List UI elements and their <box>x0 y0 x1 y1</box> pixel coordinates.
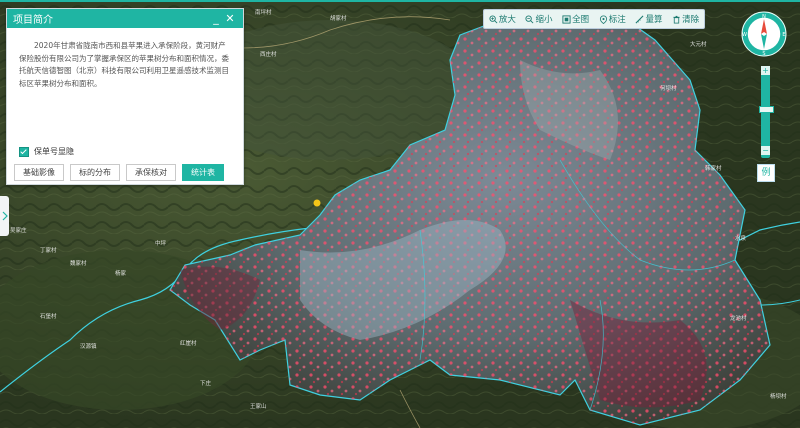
zoom-in-label: 放大 <box>498 15 516 25</box>
measure-tool[interactable]: 量算 <box>635 13 662 25</box>
underwriting-check-button[interactable]: 承保核对 <box>126 164 176 181</box>
place-label: 吴家庄 <box>10 226 27 234</box>
checkbox-label: 保单号显隐 <box>34 147 74 156</box>
full-extent-label: 全图 <box>572 15 590 25</box>
place-label: 下庄 <box>200 379 212 387</box>
zoom-minus-button[interactable]: − <box>761 146 770 155</box>
compass-w: W <box>742 32 747 38</box>
place-label: 龙池村 <box>730 314 747 322</box>
statistics-table-button[interactable]: 统计表 <box>182 164 224 181</box>
minimize-button[interactable]: _ <box>209 9 223 28</box>
zoom-in-tool[interactable]: 放大 <box>489 13 516 25</box>
panel-title: 项目简介 <box>13 15 53 26</box>
top-accent-line <box>0 0 800 2</box>
place-label: 红崖村 <box>180 339 197 347</box>
compass-e: E <box>782 32 785 38</box>
panel-header: 项目简介 _ ✕ <box>7 9 243 28</box>
place-label: 韩家村 <box>705 164 722 172</box>
zoom-out-tool[interactable]: 缩小 <box>525 13 552 25</box>
zoom-out-label: 缩小 <box>535 15 553 25</box>
checkbox-checked-icon[interactable] <box>19 146 29 157</box>
map-toolbar: 放大 缩小 全图 标注 量算 清除 <box>483 9 705 29</box>
compass-icon[interactable]: N S E W <box>741 11 787 57</box>
policy-number-toggle[interactable]: 保单号显隐 <box>19 146 74 157</box>
legend-button[interactable]: 例 <box>757 164 775 182</box>
chevron-right-icon <box>2 211 8 221</box>
place-label: 丁家村 <box>40 246 57 254</box>
place-label: 杨家 <box>115 269 127 277</box>
place-label: 汉源镇 <box>80 342 97 350</box>
side-panel-toggle[interactable] <box>0 196 9 236</box>
base-imagery-button[interactable]: 基础影像 <box>14 164 64 181</box>
place-label: 中坪 <box>155 239 167 247</box>
target-distribution-button[interactable]: 标的分布 <box>70 164 120 181</box>
place-label: 西庄村 <box>260 50 277 58</box>
clear-tool[interactable]: 清除 <box>672 13 699 25</box>
place-label: 王家山 <box>250 402 267 410</box>
place-label: 何坝村 <box>660 84 677 92</box>
place-label: 杨坝村 <box>770 392 787 400</box>
compass-s: S <box>762 51 765 57</box>
close-button[interactable]: ✕ <box>223 9 237 28</box>
full-extent-tool[interactable]: 全图 <box>562 13 589 25</box>
place-label: 魏家村 <box>70 259 87 267</box>
place-label: 大元村 <box>690 40 707 48</box>
mark-icon <box>599 14 607 24</box>
zoom-in-icon <box>489 14 498 23</box>
compass-n: N <box>762 14 766 20</box>
full-extent-icon <box>562 14 571 24</box>
place-label: 南坪村 <box>255 8 272 16</box>
mark-label: 标注 <box>608 15 626 25</box>
project-intro-panel: 项目简介 _ ✕ 2020年甘肃省陇南市西和县苹果进入承保阶段，黄河财产保险股份… <box>6 8 244 185</box>
place-label: 石堡村 <box>40 312 57 320</box>
place-label: 胡家村 <box>330 14 347 22</box>
zoom-slider-handle[interactable] <box>759 106 774 113</box>
zoom-out-icon <box>525 14 534 23</box>
project-description: 2020年甘肃省陇南市西和县苹果进入承保阶段，黄河财产保险股份有限公司为了掌握承… <box>19 41 229 88</box>
ruler-icon <box>635 15 644 23</box>
location-marker[interactable] <box>313 199 321 207</box>
trash-icon <box>673 15 680 24</box>
panel-button-row: 基础影像 标的分布 承保核对 统计表 <box>14 164 224 181</box>
measure-label: 量算 <box>645 15 663 25</box>
mark-tool[interactable]: 标注 <box>599 13 626 25</box>
place-label: 水泉 <box>735 234 747 242</box>
zoom-plus-button[interactable]: + <box>761 66 770 75</box>
clear-label: 清除 <box>682 15 700 25</box>
